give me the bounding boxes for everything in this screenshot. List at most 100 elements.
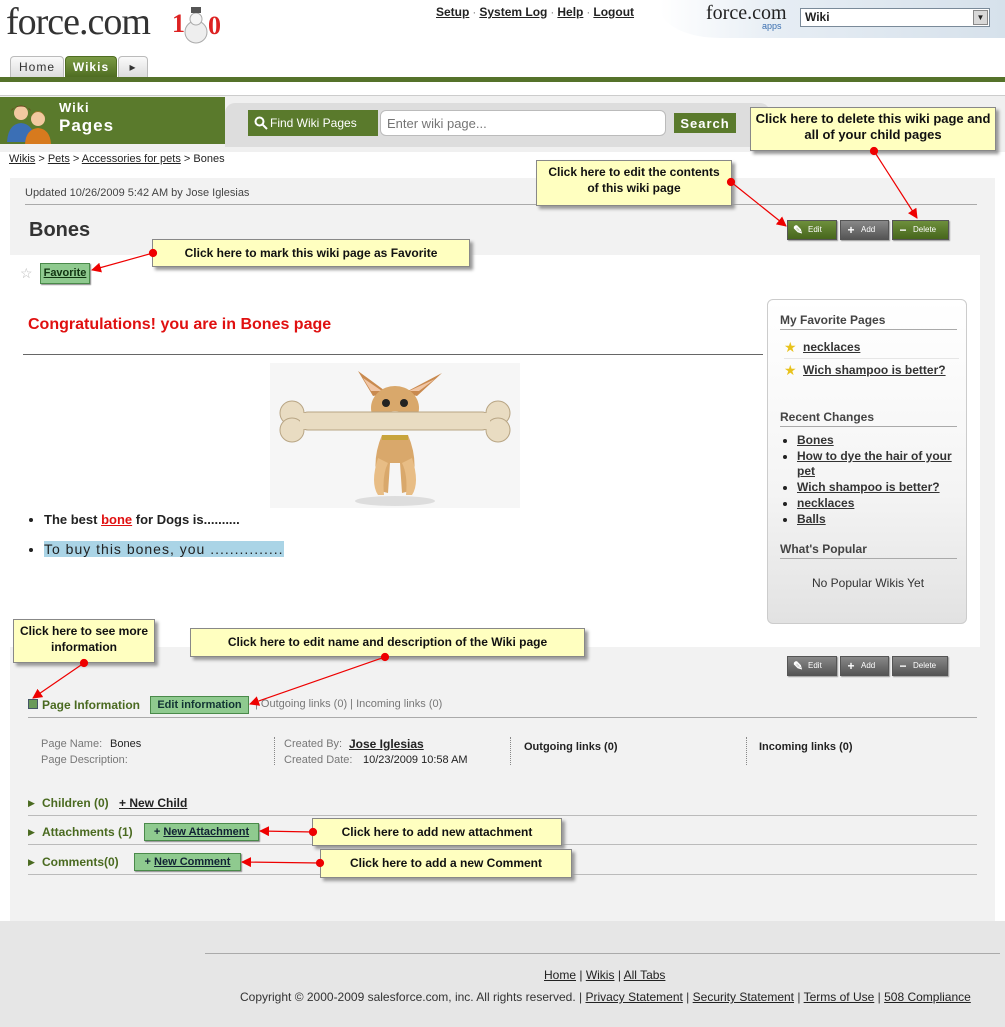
delete-button-top[interactable]: − Delete [892,220,949,240]
new-comment-label: New Comment [154,856,231,868]
plus-icon: + [847,659,855,673]
delete-button-bottom[interactable]: − Delete [892,656,948,676]
expand-arrow-icon[interactable]: ▶ [28,798,35,809]
security-link[interactable]: Security Statement [693,990,794,1004]
compliance-link[interactable]: 508 Compliance [884,990,971,1004]
edit-information-button[interactable]: Edit information [150,696,249,714]
list-item: The best bone for Dogs is.......... [44,512,284,527]
children-section[interactable]: Children (0) [42,796,109,810]
recent-link[interactable]: Wich shampoo is better? [797,480,940,494]
people-icon [7,105,51,144]
footer-wikis-link[interactable]: Wikis [586,968,615,982]
privacy-link[interactable]: Privacy Statement [585,990,682,1004]
tab-bar-underline [0,77,1005,82]
breadcrumb-accessories[interactable]: Accessories for pets [82,153,181,165]
divider [25,204,977,205]
content-list: The best bone for Dogs is.......... To b… [28,512,284,571]
search-button[interactable]: Search [674,113,736,133]
breadcrumb-pets[interactable]: Pets [48,153,70,165]
comments-section[interactable]: Comments(0) [42,855,119,869]
add-label: Add [861,225,876,234]
list-item: Balls [797,512,956,527]
column-divider [746,737,747,765]
callout-comment: Click here to add a new Comment [320,849,572,878]
new-comment-button[interactable]: + New Comment [134,853,241,871]
expand-arrow-icon[interactable]: ▶ [28,857,35,868]
bullet1-text-after: for Dogs is.......... [132,512,240,527]
logout-link[interactable]: Logout [593,5,634,19]
page-title: Bones [29,219,91,241]
edit-button-top[interactable]: ✎ Edit [787,220,837,240]
tab-wikis[interactable]: Wikis [65,56,117,77]
favorite-link[interactable]: Wich shampoo is better? [803,363,946,377]
callout-favorite: Click here to mark this wiki page as Fav… [152,239,470,267]
list-item: necklaces [797,496,956,511]
chevron-down-icon[interactable]: ▼ [973,10,988,25]
favorite-link[interactable]: necklaces [803,340,860,354]
favorite-button[interactable]: Favorite [40,263,90,284]
divider [28,815,977,816]
band-title-line1: Wiki [59,100,90,115]
page-name-label: Page Name: [41,738,103,750]
callout-more-info: Click here to see more information [13,619,155,663]
force-logo[interactable]: force.com [6,0,151,44]
star-outline-icon[interactable]: ☆ [20,265,33,282]
top-links: Setup · System Log · Help · Logout [436,5,635,19]
footer-divider [205,953,1000,954]
copyright: Copyright © 2000-2009 salesforce.com, in… [240,990,971,1004]
created-date-label: Created Date: [284,754,353,766]
app-selector[interactable]: Wiki ▼ [800,8,990,27]
svg-text:1: 1 [172,9,185,38]
callout-attachment: Click here to add new attachment [312,818,562,846]
list-item: Wich shampoo is better? [797,480,956,495]
list-item: ★ necklaces [784,340,959,359]
add-button-top[interactable]: + Add [840,220,889,240]
arrow-right-icon: ▸ [129,60,137,74]
add-button-bottom[interactable]: + Add [840,656,889,676]
footer [0,921,1005,1027]
new-attachment-button[interactable]: + New Attachment [144,823,259,841]
outgoing-links-heading: Outgoing links (0) [524,741,618,753]
new-child-link[interactable]: + New Child [119,796,187,810]
breadcrumb-wikis[interactable]: Wikis [9,153,35,165]
popular-empty-text: No Popular Wikis Yet [811,576,925,590]
add-label: Add [861,661,876,670]
system-log-link[interactable]: System Log [479,5,547,19]
tab-home[interactable]: Home [10,56,64,77]
tab-more-arrow[interactable]: ▸ [118,56,148,77]
apps-logo-sub: apps [762,21,782,31]
tenth-anniversary-icon: 1 0 [172,7,221,44]
callout-edit: Click here to edit the contents of this … [536,160,732,206]
footer-links: Home | Wikis | All Tabs [544,968,666,982]
terms-link[interactable]: Terms of Use [804,990,875,1004]
band-title-line2: Pages [59,116,115,135]
minus-icon: − [899,223,907,237]
edit-button-bottom[interactable]: ✎ Edit [787,656,837,676]
help-link[interactable]: Help [557,5,583,19]
bone-link[interactable]: bone [101,512,132,527]
page-name-value: Bones [110,738,142,750]
created-by-link[interactable]: Jose Iglesias [349,737,424,751]
page-info-toggle[interactable] [28,699,38,709]
edit-label: Edit [808,661,822,670]
created-date-value: 10/23/2009 10:58 AM [363,754,468,766]
recent-link[interactable]: Bones [797,433,834,447]
new-attachment-label: New Attachment [163,826,250,838]
minus-icon: − [899,659,907,673]
recent-link[interactable]: How to dye the hair of your pet [797,449,952,478]
wiki-search-input[interactable] [380,110,666,136]
page-info-label: Page Information [42,698,141,712]
footer-all-tabs-link[interactable]: All Tabs [624,968,666,982]
setup-link[interactable]: Setup [436,5,469,19]
footer-home-link[interactable]: Home [544,968,576,982]
heading-divider [23,354,763,355]
breadcrumb-current: Bones [193,153,225,165]
recent-link[interactable]: Balls [797,512,826,526]
recent-link[interactable]: necklaces [797,496,854,510]
page-heading: Congratulations! you are in Bones page [28,316,332,333]
delete-label: Delete [913,661,937,670]
list-item: ★ Wich shampoo is better? [784,363,959,381]
expand-arrow-icon[interactable]: ▶ [28,827,35,838]
attachments-section[interactable]: Attachments (1) [42,825,133,839]
list-item: To buy this bones, you ............... [44,541,284,557]
